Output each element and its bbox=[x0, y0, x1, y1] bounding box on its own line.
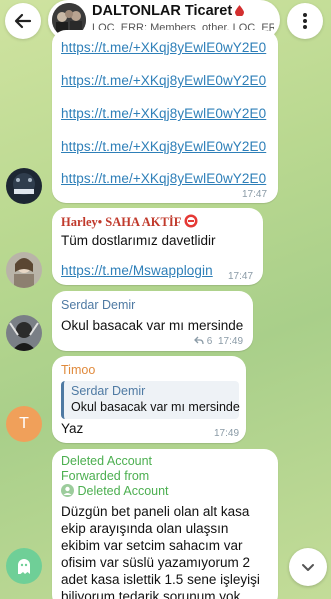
no-entry-badge-icon bbox=[184, 214, 198, 228]
chevron-down-icon bbox=[302, 564, 314, 571]
invite-link[interactable]: https://t.me/+XKqj8yEwlE0wY2E0 bbox=[61, 139, 266, 154]
message-time: 17:47 bbox=[228, 271, 254, 282]
sender-name[interactable]: Serdar Demir bbox=[61, 298, 135, 312]
message-bubble-timoo[interactable]: Timoo Serdar Demir Okul basacak var mı m… bbox=[52, 356, 246, 443]
message-time: 17:49 bbox=[218, 336, 244, 347]
message-time: 17:49 bbox=[214, 428, 240, 439]
message-line: adet kasa islettik 1.5 sene işleyişi bbox=[61, 572, 260, 587]
quoted-reply[interactable]: Serdar Demir Okul basacak var mı mersind… bbox=[61, 381, 240, 419]
kebab-menu-icon bbox=[303, 13, 307, 29]
message-line: ekip arayışında olan ulaşsın bbox=[61, 521, 229, 536]
sender-name[interactable]: Harley• SAHA AKTİF bbox=[61, 214, 198, 230]
sender-avatar[interactable] bbox=[6, 252, 42, 288]
arrow-left-icon bbox=[14, 13, 32, 29]
reply-count-value: 6 bbox=[206, 336, 213, 347]
avatar-letter: T bbox=[19, 415, 29, 432]
forwarded-label: Forwarded from bbox=[61, 469, 150, 483]
invite-link[interactable]: https://t.me/+XKqj8yEwlE0wY2E0 bbox=[61, 73, 266, 88]
invite-link[interactable]: https://t.me/+XKqj8yEwlE0wY2E0 bbox=[61, 171, 266, 186]
sender-avatar[interactable] bbox=[6, 168, 42, 204]
blood-drop-icon bbox=[235, 5, 245, 16]
message-text: Tüm dostlarımız davetlidir bbox=[61, 233, 216, 248]
message-line: Düzgün bet paneli olan alt kasa bbox=[61, 504, 250, 519]
invite-link[interactable]: https://t.me/+XKqj8yEwlE0wY2E0 bbox=[61, 40, 266, 55]
message-bubble-deleted[interactable]: Deleted Account Forwarded from Deleted A… bbox=[52, 449, 278, 599]
chat-title-text: DALTONLAR Ticaret bbox=[92, 3, 233, 19]
reply-arrow-icon bbox=[194, 336, 204, 345]
chat-title: DALTONLAR Ticaret bbox=[92, 3, 245, 19]
deleted-account-icon bbox=[61, 484, 74, 497]
quoted-text: Okul basacak var mı mersinde bbox=[71, 400, 240, 414]
message-line: ofisim var süslü yazamıyorum 2 bbox=[61, 555, 251, 570]
scroll-down-button[interactable] bbox=[289, 548, 327, 586]
sender-avatar-letter[interactable]: T bbox=[6, 406, 42, 442]
message-line: ekibim var setcim sahacım var bbox=[61, 538, 243, 553]
message-bubble-serdar[interactable]: Serdar Demir Okul basacak var mı mersind… bbox=[52, 291, 253, 351]
message-time: 17:47 bbox=[242, 189, 268, 200]
quoted-sender: Serdar Demir bbox=[71, 384, 146, 398]
forwarded-name: Deleted Account bbox=[77, 484, 169, 498]
sender-avatar[interactable] bbox=[6, 315, 42, 351]
sender-name[interactable]: Timoo bbox=[61, 363, 95, 377]
message-line: biliyorum tedarik sorunum yok bbox=[61, 589, 241, 599]
sender-name-text: Harley• SAHA AKTİF bbox=[61, 215, 181, 229]
message-bubble-links[interactable]: https://t.me/+XKqj8yEwlE0wY2E0 https://t… bbox=[52, 30, 278, 203]
invite-link[interactable]: https://t.me/+XKqj8yEwlE0wY2E0 bbox=[61, 106, 266, 121]
reply-count[interactable]: 6 bbox=[194, 336, 212, 347]
ghost-avatar[interactable] bbox=[6, 548, 42, 584]
message-bubble-harley[interactable]: Harley• SAHA AKTİF Tüm dostlarımız davet… bbox=[52, 208, 263, 285]
ghost-avatar-icon bbox=[18, 559, 30, 574]
back-button[interactable] bbox=[5, 3, 41, 39]
menu-button[interactable] bbox=[287, 3, 323, 39]
forwarded-source[interactable]: Deleted Account bbox=[61, 484, 169, 498]
message-text: Yaz bbox=[61, 421, 84, 436]
message-text: Okul basacak var mı mersinde bbox=[61, 318, 244, 333]
message-link[interactable]: https://t.me/Mswapplogin bbox=[61, 263, 213, 278]
sender-name[interactable]: Deleted Account bbox=[61, 454, 152, 468]
